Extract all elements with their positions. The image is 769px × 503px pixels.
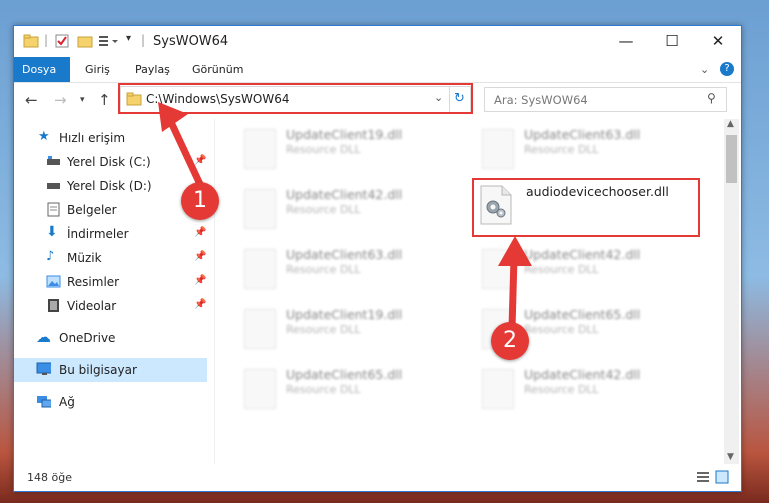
network-icon [37,396,51,408]
download-icon: ⬇ [46,224,58,240]
document-icon [47,202,60,217]
new-folder-icon[interactable] [77,33,93,49]
pin-icon[interactable]: 📌 [194,299,206,310]
file-list: UpdateClient19.dll Resource DLL UpdateCl… [222,119,724,464]
file-item[interactable]: UpdateClient63.dll Resource DLL [234,245,464,297]
dll-file-icon [244,129,276,169]
file-item[interactable]: UpdateClient19.dll Resource DLL [234,125,464,177]
file-item[interactable]: UpdateClient42.dll Resource DLL [234,185,464,237]
file-item[interactable]: UpdateClient65.dll Resource DLL [234,365,464,417]
maximize-button[interactable]: ☐ [649,26,695,57]
help-button[interactable]: ? [720,62,734,76]
tab-file[interactable]: Dosya [14,57,70,82]
arrow-annotation-2 [498,236,532,332]
search-box[interactable]: Ara: SysWOW64 ⚲ [484,87,727,112]
quick-access-dropdown-icon[interactable]: ▾ [126,33,131,49]
ribbon-tabs: Dosya Giriş Paylaş Görünüm ⌄ ? [14,57,741,83]
status-bar: 148 öğe [14,465,741,491]
scrollbar-thumb[interactable] [726,135,737,183]
sidebar-item-downloads[interactable]: ⬇ İndirmeler 📌 [14,222,207,246]
forward-arrow-icon[interactable]: → [54,91,67,109]
scroll-up-icon[interactable]: ▲ [727,119,734,129]
navigation-bar: ← → ▾ ↑ C:\Windows\SysWOW64 ⌄ ↻ Ara: Sys… [14,83,741,117]
tab-home[interactable]: Giriş [77,57,118,82]
dll-file-icon [244,189,276,229]
large-icons-view-icon[interactable] [715,470,729,484]
cloud-icon: ☁ [36,328,51,346]
drive-icon [47,183,60,189]
window-title: SysWOW64 [153,34,229,49]
separator: | [141,33,146,47]
title-bar: | ▾ | SysWOW64 — ☐ ✕ [14,26,741,57]
dll-file-icon [244,249,276,289]
tab-view[interactable]: Görünüm [184,57,251,82]
star-icon: ★ [38,129,50,144]
details-view-icon[interactable] [696,471,710,483]
folder-icon [23,34,39,48]
back-arrow-icon[interactable]: ← [25,91,38,109]
sidebar-item-onedrive[interactable]: ☁ OneDrive [14,326,207,350]
computer-icon [36,362,51,375]
image-icon [46,275,61,288]
file-item[interactable]: UpdateClient63.dll Resource DLL [472,125,702,177]
search-icon: ⚲ [707,91,716,105]
tab-share[interactable]: Paylaş [127,57,178,82]
video-icon [48,299,59,312]
expand-ribbon-icon[interactable]: ⌄ [700,63,709,76]
recent-locations-icon[interactable]: ▾ [80,95,85,105]
sidebar-item-network[interactable]: Ağ [14,390,207,414]
search-placeholder: Ara: SysWOW64 [494,93,588,107]
sidebar-item-pictures[interactable]: Resimler 📌 [14,270,207,294]
drive-icon [47,156,60,165]
up-arrow-icon[interactable]: ↑ [98,91,111,109]
vertical-scrollbar[interactable]: ▲ ▼ [724,119,739,464]
step-2-badge: 2 [491,322,529,360]
item-count: 148 öğe [27,471,72,484]
dll-file-icon [244,369,276,409]
music-icon: ♪ [46,249,55,264]
file-item[interactable]: UpdateClient19.dll Resource DLL [234,305,464,357]
dll-file-icon [244,309,276,349]
close-button[interactable]: ✕ [695,26,741,57]
sidebar-item-this-pc[interactable]: Bu bilgisayar [14,358,207,382]
pin-icon[interactable]: 📌 [194,275,206,286]
step-1-badge: 1 [181,182,219,220]
separator: | [44,33,49,47]
sidebar-item-music[interactable]: ♪ Müzik 📌 [14,246,207,270]
scroll-down-icon[interactable]: ▼ [727,452,734,462]
sidebar-item-videos[interactable]: Videolar 📌 [14,294,207,318]
dll-file-icon [482,369,514,409]
file-explorer-window: | ▾ | SysWOW64 — ☐ ✕ Dosya Giriş Paylaş … [13,25,742,492]
customize-toolbar-icon[interactable] [98,33,120,49]
pin-icon[interactable]: 📌 [194,227,206,238]
pin-icon[interactable]: 📌 [194,251,206,262]
minimize-button[interactable]: — [603,26,649,57]
file-item[interactable]: UpdateClient42.dll Resource DLL [472,365,702,417]
file-highlight-box [472,178,700,237]
properties-icon[interactable] [54,33,70,49]
dll-file-icon [482,129,514,169]
